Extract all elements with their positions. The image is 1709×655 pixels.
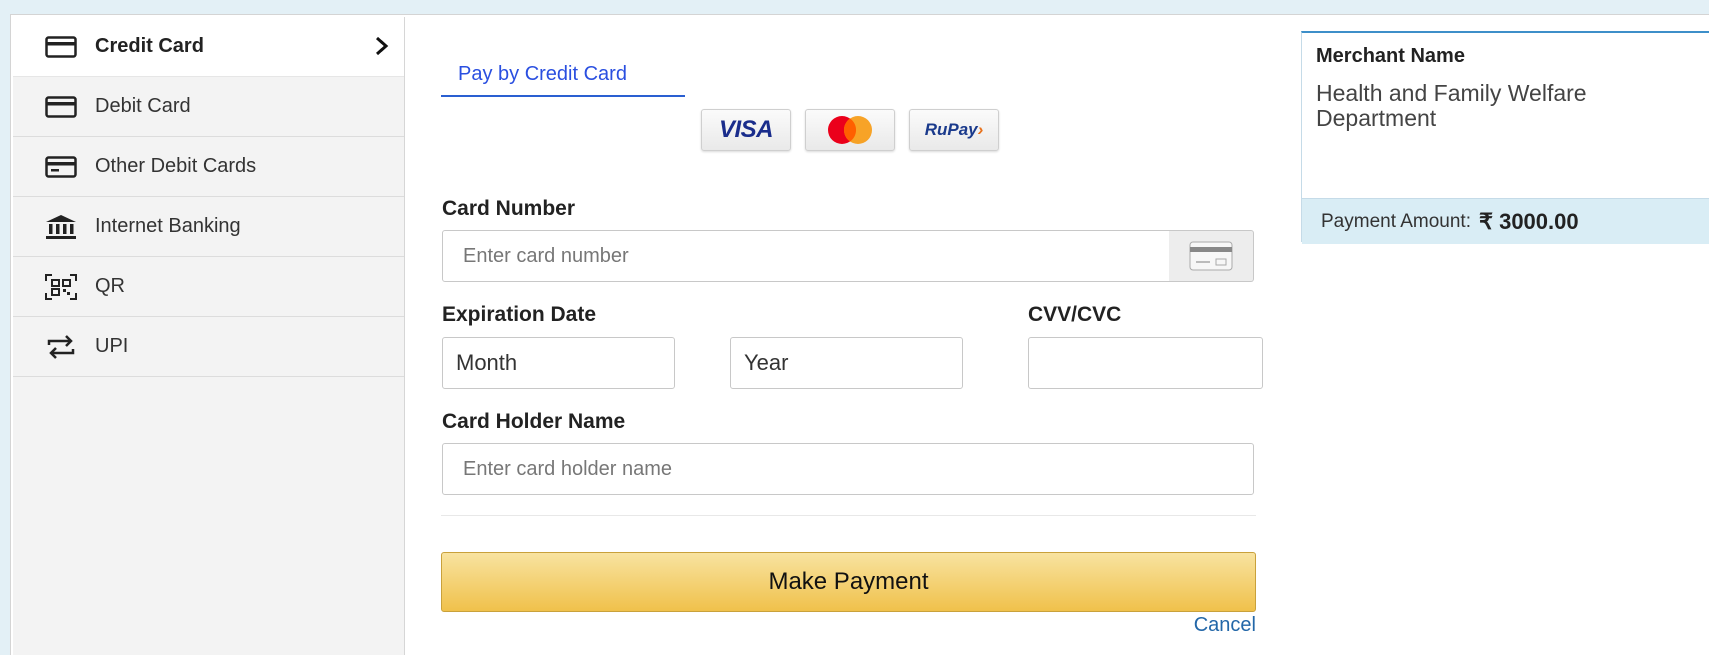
rupay-arrow-icon: ›: [977, 120, 984, 139]
sidebar-item-upi[interactable]: UPI: [13, 317, 404, 377]
payment-amount-label: Payment Amount:: [1321, 210, 1471, 232]
form-divider: [441, 515, 1256, 516]
expiry-year-value: Year: [744, 350, 789, 375]
payment-amount-bar: Payment Amount: ₹ 3000.00: [1302, 198, 1709, 244]
expiry-month-select[interactable]: Month: [442, 337, 675, 389]
sidebar-item-label: Other Debit Cards: [95, 155, 257, 177]
expiration-date-label: Expiration Date: [442, 303, 597, 326]
sidebar-item-label: Credit Card: [95, 35, 204, 57]
sidebar-item-label: Debit Card: [95, 95, 191, 117]
expiry-month-value: Month: [456, 350, 518, 375]
mastercard-logo: [805, 109, 895, 151]
merchant-name-label: Merchant Name: [1316, 45, 1465, 67]
other-card-icon: [45, 155, 81, 179]
make-payment-label: Make Payment: [768, 568, 929, 595]
sidebar-item-internet-banking[interactable]: Internet Banking: [13, 197, 404, 257]
debit-card-icon: [45, 95, 81, 119]
card-type-addon: [1169, 230, 1254, 282]
payment-page: Credit Card Debit Card Other Debit Cards…: [10, 14, 1709, 655]
card-brand-logos: VISA RuPay ›: [701, 109, 999, 151]
payment-method-sidebar: Credit Card Debit Card Other Debit Cards…: [13, 17, 405, 655]
expiry-year-select[interactable]: Year: [730, 337, 963, 389]
rupay-logo: RuPay ›: [909, 109, 999, 151]
chevron-right-icon: [374, 35, 390, 62]
make-payment-button[interactable]: Make Payment: [441, 552, 1256, 612]
card-holder-name-label: Card Holder Name: [442, 410, 626, 433]
rupay-logo-text: RuPay: [924, 120, 978, 139]
sidebar-item-label: UPI: [95, 335, 129, 357]
merchant-name-value: Health and Family Welfare Department: [1316, 80, 1587, 131]
tab-pay-by-credit-card[interactable]: Pay by Credit Card: [441, 53, 685, 97]
cvv-input[interactable]: [1028, 337, 1263, 389]
visa-logo-text: VISA: [718, 116, 774, 143]
bank-icon: [45, 214, 81, 239]
merchant-panel: Merchant Name Health and Family Welfare …: [1301, 31, 1709, 244]
card-number-input[interactable]: [442, 230, 1170, 282]
credit-card-icon: [45, 35, 81, 59]
card-payment-form: Pay by Credit Card VISA RuPay › Card Numb…: [441, 15, 1271, 655]
payment-amount-value: ₹ 3000.00: [1478, 208, 1579, 234]
tab-label: Pay by Credit Card: [458, 62, 627, 85]
sidebar-item-credit-card[interactable]: Credit Card: [13, 17, 404, 77]
card-chip-icon: [1189, 241, 1233, 271]
upi-icon: [45, 334, 81, 359]
card-number-label: Card Number: [442, 197, 576, 220]
sidebar-item-other-debit-cards[interactable]: Other Debit Cards: [13, 137, 404, 197]
qr-icon: [45, 273, 81, 300]
sidebar-item-debit-card[interactable]: Debit Card: [13, 77, 404, 137]
cvv-label: CVV/CVC: [1028, 303, 1122, 326]
card-holder-name-input[interactable]: [442, 443, 1254, 495]
sidebar-item-qr[interactable]: QR: [13, 257, 404, 317]
sidebar-item-label: Internet Banking: [95, 215, 241, 237]
sidebar-item-label: QR: [95, 275, 125, 297]
cancel-link[interactable]: Cancel: [1194, 614, 1256, 637]
visa-logo: VISA: [701, 109, 791, 151]
